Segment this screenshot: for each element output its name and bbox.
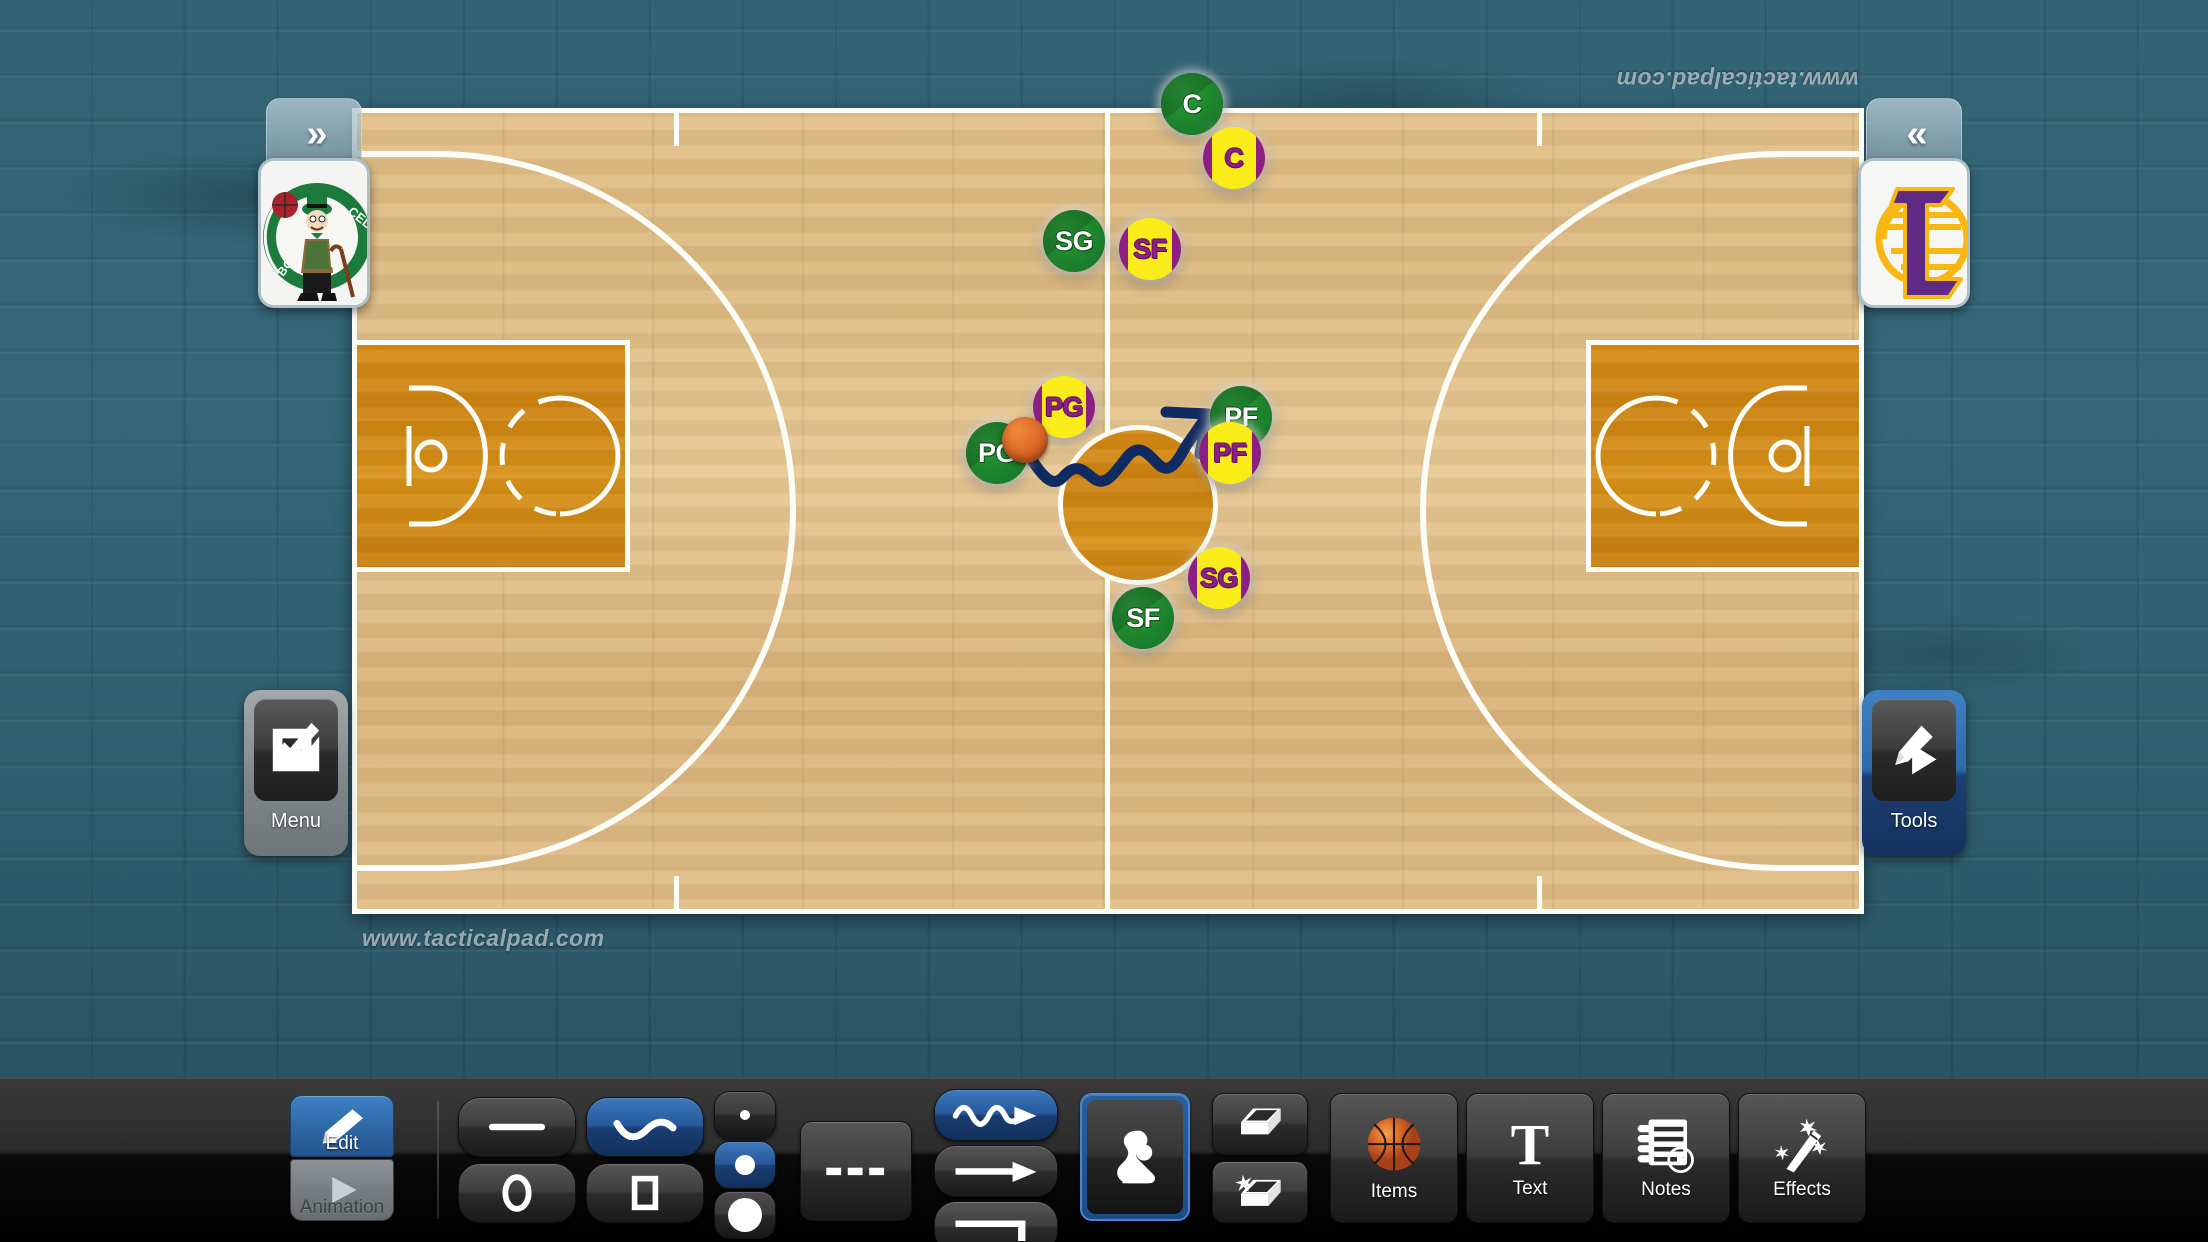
circle-outline-icon (502, 1174, 532, 1212)
basketball-icon[interactable] (1002, 417, 1048, 463)
player-marker-away-c-1[interactable]: C (1203, 127, 1265, 189)
width-thin-button[interactable] (714, 1091, 776, 1139)
text-t-icon: T (1511, 1116, 1550, 1176)
notes-panel-label: Notes (1641, 1179, 1691, 1200)
player-marker-label: C (1182, 88, 1203, 119)
svg-text:T: T (1511, 1116, 1550, 1176)
player-marker-label: SG (1054, 225, 1094, 256)
items-panel-button[interactable]: Items (1330, 1093, 1458, 1223)
player-marker-label: PG (1044, 391, 1084, 422)
lakers-logo[interactable] (1858, 158, 1970, 308)
celtics-logo-icon: CEL BOS (261, 161, 367, 305)
effects-panel-label: Effects (1773, 1179, 1831, 1200)
plain-arrow-icon (955, 1161, 1037, 1183)
toolbar-divider (437, 1101, 439, 1219)
dashed-line-tool[interactable] (800, 1121, 912, 1221)
line-tool[interactable] (458, 1097, 576, 1157)
player-marker-home-sg-2[interactable]: SG (1043, 210, 1105, 272)
straight-line-icon (488, 1123, 546, 1131)
home-team-panel[interactable]: » CEL BOS (258, 98, 370, 308)
eraser-tool[interactable] (1212, 1093, 1308, 1155)
player-marker-label: SF (1126, 602, 1160, 633)
erase-all-tool[interactable] (1212, 1161, 1308, 1223)
width-thick-button[interactable] (714, 1191, 776, 1239)
court-markings (352, 151, 1864, 871)
blocked-arrow-tool[interactable] (934, 1201, 1058, 1242)
lakers-logo-icon (1861, 161, 1967, 305)
player-marker-home-sf-9[interactable]: SF (1112, 587, 1174, 649)
magic-wand-icon (1774, 1118, 1828, 1173)
small-dot-icon (740, 1110, 750, 1120)
player-marker-label: PF (1213, 437, 1247, 468)
paint-bucket-icon (1117, 1130, 1156, 1184)
plain-arrow-tool[interactable] (934, 1145, 1058, 1197)
celtics-logo[interactable]: CEL BOS (258, 158, 370, 308)
freethrow-line-left (625, 340, 630, 572)
items-panel-label: Items (1370, 1181, 1418, 1202)
animation-mode-button[interactable]: Animation (290, 1159, 394, 1221)
text-panel-label: Text (1512, 1178, 1548, 1199)
blocked-arrow-icon (955, 1220, 1026, 1241)
eraser-icon (1241, 1108, 1281, 1135)
player-marker-home-c-0[interactable]: C (1161, 73, 1223, 135)
effects-panel-button[interactable]: Effects (1738, 1093, 1866, 1223)
player-marker-label: SG (1199, 562, 1239, 593)
tacticalpad-app: www.tacticalpad.com C C SG SF PG PG PF P… (0, 0, 2208, 1242)
square-tool[interactable] (586, 1163, 704, 1223)
checkbox-check-icon (254, 699, 338, 801)
circle-tool[interactable] (458, 1163, 576, 1223)
player-marker-label: C (1224, 142, 1245, 173)
menu-button-label: Menu (270, 810, 322, 832)
eraser-all-icon (1234, 1174, 1281, 1206)
curve-line-icon (613, 1118, 677, 1141)
curve-tool[interactable] (586, 1097, 704, 1157)
basketball-court[interactable]: C C SG SF PG PG PF PF SG SF (352, 73, 1864, 914)
player-marker-away-pf-7[interactable]: PF (1199, 422, 1261, 484)
freethrow-line-right (1586, 340, 1591, 572)
text-panel-button[interactable]: T Text (1466, 1093, 1594, 1223)
player-marker-away-sf-3[interactable]: SF (1119, 218, 1181, 280)
player-marker-away-sg-8[interactable]: SG (1188, 547, 1250, 609)
wavy-arrow-tool[interactable] (934, 1089, 1058, 1141)
menu-button[interactable]: Menu (244, 690, 348, 856)
width-medium-button[interactable] (714, 1141, 776, 1189)
tools-button[interactable]: Tools (1862, 690, 1966, 856)
notes-panel-button[interactable]: Notes (1602, 1093, 1730, 1223)
away-team-panel[interactable]: « (1858, 98, 1970, 308)
edit-mode-button[interactable]: Edit (290, 1095, 394, 1157)
square-outline-icon (631, 1175, 659, 1211)
notes-play-icon (1637, 1119, 1694, 1173)
basketball-icon (1367, 1117, 1421, 1171)
player-marker-label: SF (1133, 233, 1167, 264)
bottom-toolbar: Edit Animation Items T Text Notes Effect… (0, 1078, 2208, 1242)
mode-switch-group: Edit Animation (290, 1095, 394, 1221)
dashed-line-icon (826, 1167, 885, 1176)
wavy-arrow-icon (952, 1104, 1037, 1127)
tools-button-label: Tools (1890, 810, 1938, 832)
medium-dot-icon (735, 1155, 755, 1175)
fill-tool[interactable] (1080, 1093, 1190, 1221)
large-dot-icon (728, 1198, 762, 1232)
edit-mode-label: Edit (325, 1133, 359, 1154)
animation-mode-label: Animation (299, 1197, 385, 1218)
pencil-play-icon (1872, 699, 1956, 801)
